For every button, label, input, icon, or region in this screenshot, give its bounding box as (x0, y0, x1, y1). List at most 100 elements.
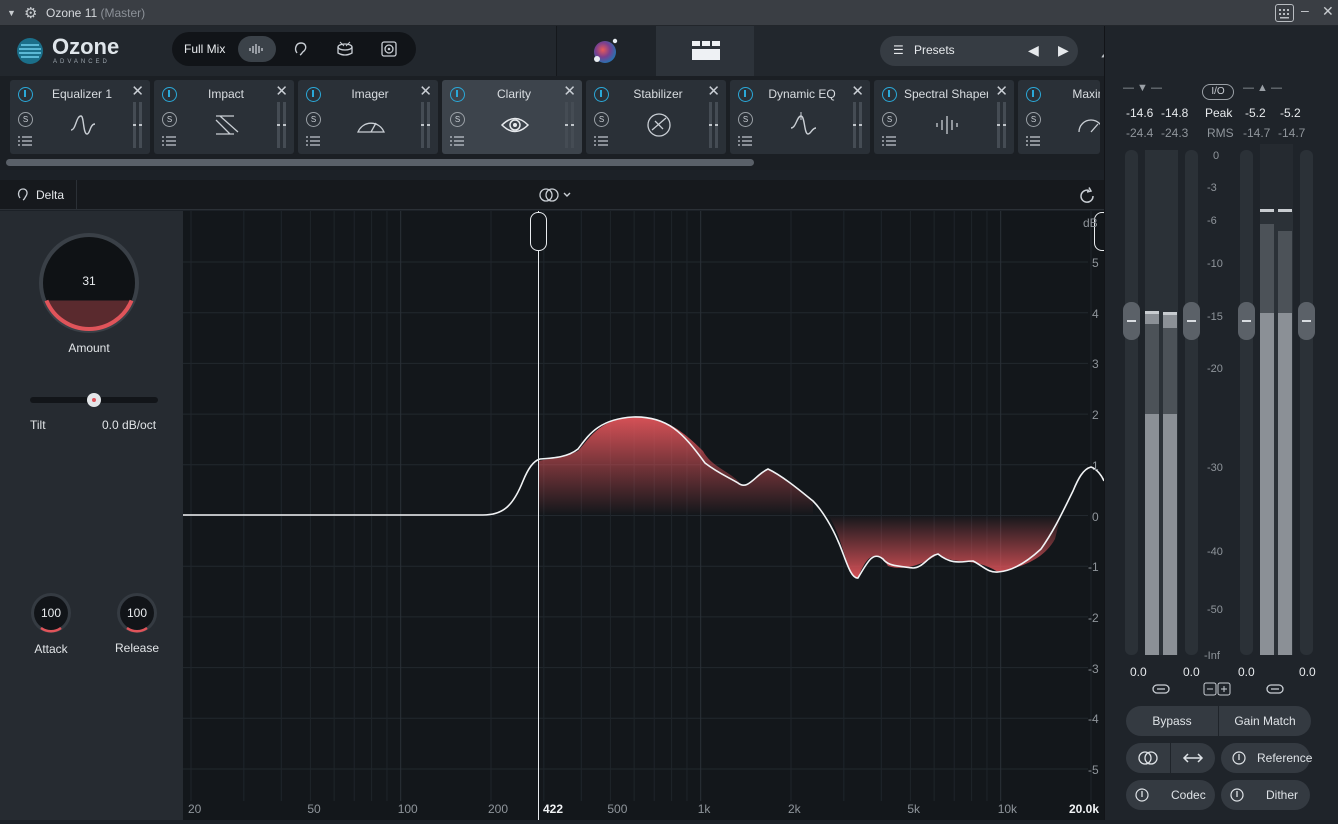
module-menu-icon[interactable] (882, 136, 896, 146)
module-view-button[interactable] (656, 26, 754, 76)
reset-icon[interactable] (1077, 186, 1097, 206)
module-menu-icon[interactable] (18, 136, 32, 146)
module-remove-icon[interactable]: ✕ (275, 84, 288, 99)
frequency-tick-label: 2k (788, 802, 801, 816)
module-menu-icon[interactable] (738, 136, 752, 146)
module-menu-icon[interactable] (594, 136, 608, 146)
module-solo-button[interactable]: S (738, 112, 753, 127)
module-menu-icon[interactable] (162, 136, 176, 146)
module-2[interactable]: Impact S ✕ (154, 80, 294, 154)
gain-trim-icon[interactable] (1203, 682, 1233, 696)
module-level-meter (853, 102, 863, 148)
db-unit-label: dB (1083, 216, 1098, 230)
module-3[interactable]: Imager S ✕ (298, 80, 438, 154)
module-menu-icon[interactable] (450, 136, 464, 146)
tilt-label: Tilt (30, 418, 46, 432)
module-remove-icon[interactable]: ✕ (419, 84, 432, 99)
module-power-icon[interactable] (738, 87, 753, 102)
assistant-orb-icon (594, 38, 618, 63)
module-remove-icon[interactable]: ✕ (851, 84, 864, 99)
module-1[interactable]: Equalizer 1 S ✕ (10, 80, 150, 154)
swap-channels-button[interactable] (1171, 743, 1215, 773)
output-gain-fader-right[interactable] (1298, 302, 1315, 340)
input-meter-collapse-icon[interactable]: — ▼ — (1123, 82, 1162, 94)
module-remove-icon[interactable]: ✕ (563, 84, 576, 99)
full-mix-label[interactable]: Full Mix (184, 42, 225, 56)
input-gain-fader-right[interactable] (1183, 302, 1200, 340)
input-gain-fader-left[interactable] (1123, 302, 1140, 340)
codec-button[interactable]: Codec (1126, 780, 1215, 810)
module-remove-icon[interactable]: ✕ (131, 84, 144, 99)
db-tick-label: -1 (1088, 560, 1099, 575)
module-solo-button[interactable]: S (1026, 112, 1041, 127)
window-menu-arrow-icon[interactable]: ▼ (7, 8, 16, 18)
io-toggle-button[interactable]: I/O (1202, 84, 1234, 100)
eye-icon (500, 117, 530, 133)
previous-preset-icon[interactable]: ◀ (1028, 42, 1039, 59)
gain-match-button[interactable]: Gain Match (1219, 706, 1311, 736)
stereo-monitor-button[interactable] (1126, 743, 1170, 773)
clarity-spectrum-display[interactable]: dB 5 4 3 2 1 0 -1 -2 -3 -4 -5 20 50 100 200 500 1k 2k 5k 1… (183, 211, 1104, 820)
next-preset-icon[interactable]: ▶ (1058, 42, 1069, 59)
stereo-mode-dropdown[interactable] (538, 187, 574, 203)
input-gain-right-value[interactable]: 0.0 (1183, 665, 1200, 679)
module-8[interactable]: Maxim S (1018, 80, 1100, 154)
output-gain-left-value[interactable]: 0.0 (1238, 665, 1255, 679)
close-window-icon[interactable]: ✕ (1322, 3, 1334, 20)
module-menu-icon[interactable] (306, 136, 320, 146)
dither-button[interactable]: Dither (1221, 780, 1310, 810)
module-level-meter (277, 102, 287, 148)
presets-bar[interactable]: ☰ Presets ◀ ▶ (880, 36, 1078, 66)
waveform-icon[interactable] (238, 36, 276, 62)
module-power-icon[interactable] (594, 87, 609, 102)
minimize-icon[interactable]: – (1301, 2, 1309, 18)
output-meter-collapse-icon[interactable]: — ▲ — (1243, 82, 1282, 94)
high-cutoff-value: 20.0k (1069, 802, 1100, 816)
tilt-slider-handle[interactable] (87, 393, 101, 407)
imager-icon (357, 122, 385, 133)
reference-button[interactable]: Reference (1221, 743, 1312, 773)
db-tick-label: -5 (1088, 763, 1099, 777)
module-solo-button[interactable]: S (306, 112, 321, 127)
delta-button[interactable]: Delta (0, 180, 77, 210)
module-chain-scrollbar[interactable] (6, 159, 754, 166)
drum-icon[interactable] (326, 36, 364, 62)
listen-icon[interactable] (282, 36, 320, 62)
keyboard-icon[interactable] (1275, 4, 1294, 22)
module-solo-button[interactable]: S (18, 112, 33, 127)
module-power-icon[interactable] (882, 87, 897, 102)
module-power-icon[interactable] (18, 87, 33, 102)
module-solo-button[interactable]: S (882, 112, 897, 127)
master-assistant-button[interactable] (556, 26, 656, 76)
meter-scale-label: -40 (1207, 546, 1223, 558)
module-solo-button[interactable]: S (594, 112, 609, 127)
module-5[interactable]: Stabilizer S ✕ (586, 80, 726, 154)
meter-scale-label: -50 (1207, 604, 1223, 616)
attack-value: 100 (40, 606, 62, 620)
release-knob[interactable]: 100 (115, 591, 159, 635)
module-power-icon[interactable] (162, 87, 177, 102)
module-4[interactable]: Clarity S ✕ (442, 80, 582, 154)
speaker-icon[interactable] (370, 36, 408, 62)
amount-knob[interactable]: 31 (38, 232, 140, 334)
module-solo-button[interactable]: S (162, 112, 177, 127)
attack-knob[interactable]: 100 (29, 591, 73, 635)
input-link-icon[interactable] (1152, 683, 1170, 695)
spectral-icon (936, 116, 958, 134)
module-7[interactable]: Spectral Shaper S ✕ (874, 80, 1014, 154)
gear-icon[interactable]: ⚙ (24, 4, 37, 22)
module-power-icon[interactable] (306, 87, 321, 102)
module-solo-button[interactable]: S (450, 112, 465, 127)
bypass-button[interactable]: Bypass (1126, 706, 1218, 736)
low-cutoff-handle[interactable] (530, 212, 547, 251)
module-remove-icon[interactable]: ✕ (995, 84, 1008, 99)
output-link-icon[interactable] (1266, 683, 1284, 695)
output-gain-fader-left[interactable] (1238, 302, 1255, 340)
input-gain-left-value[interactable]: 0.0 (1130, 665, 1147, 679)
module-power-icon[interactable] (1026, 87, 1041, 102)
module-menu-icon[interactable] (1026, 136, 1040, 146)
module-6[interactable]: Dynamic EQ S ✕ (730, 80, 870, 154)
output-gain-right-value[interactable]: 0.0 (1299, 665, 1316, 679)
module-remove-icon[interactable]: ✕ (707, 84, 720, 99)
module-power-icon[interactable] (450, 87, 465, 102)
